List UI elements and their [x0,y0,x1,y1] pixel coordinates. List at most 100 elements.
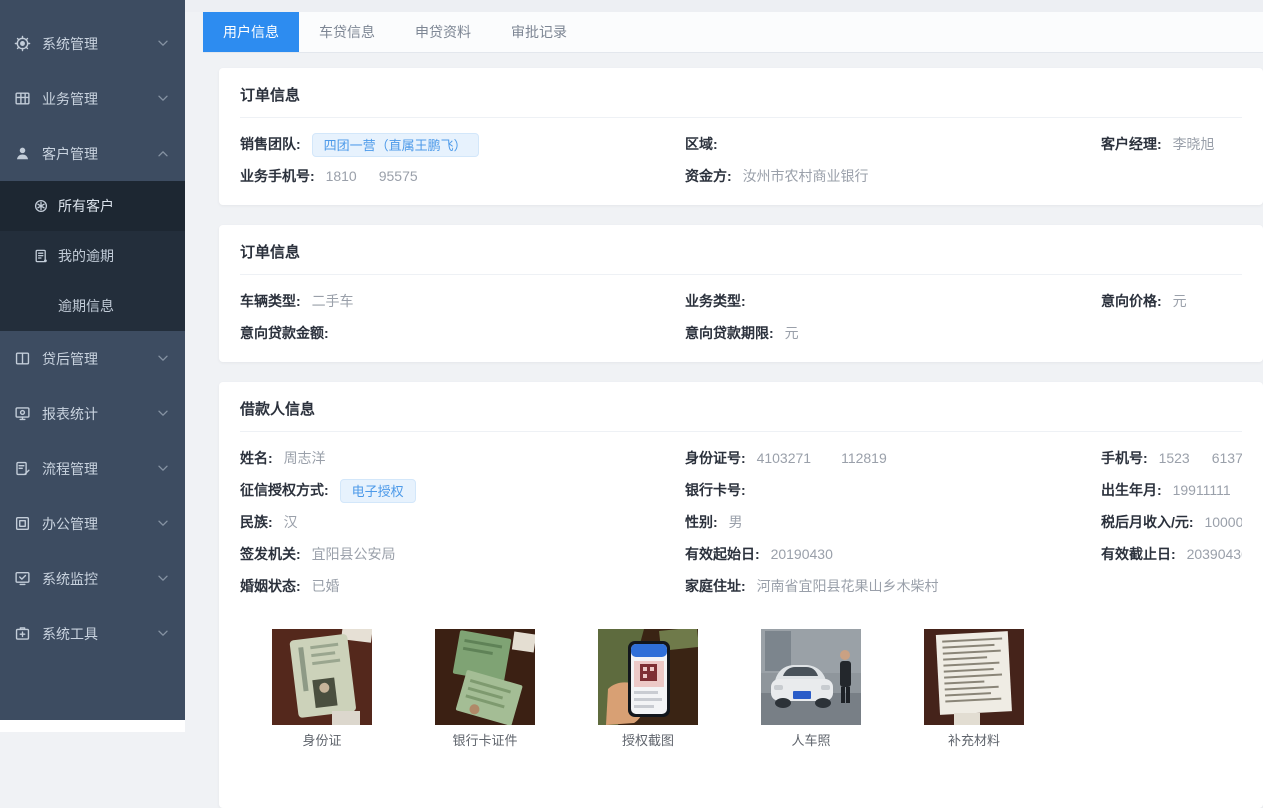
top-strip [185,0,1263,12]
field-value: 15236137 [1159,450,1242,466]
grid-icon [14,90,31,107]
field-rows: 车辆类型: 二手车 业务类型: 意向价格: 元 意向贷款金额: [240,275,1242,362]
sidebar-item-system-monitor[interactable]: 系统监控 [0,551,185,606]
sidebar-item-report-stats[interactable]: 报表统计 [0,386,185,441]
sidebar-item-label: 系统工具 [42,624,98,644]
person-car-photo[interactable] [761,629,861,725]
sidebar-item-office-mgmt[interactable]: 办公管理 [0,496,185,551]
photo-caption: 人车照 [761,734,861,748]
field-birth-date: 出生年月: 19911111 [1101,474,1242,506]
field-marital-status: 婚姻状态: 已婚 [240,570,685,602]
field-label: 性别: [685,514,718,530]
sidebar-item-customer-mgmt[interactable]: 客户管理 [0,126,185,181]
chevron-down-icon [158,410,168,417]
field-label: 客户经理: [1101,136,1162,152]
field-label: 出生年月: [1101,482,1162,498]
order-info-card-2: 订单信息 车辆类型: 二手车 业务类型: 意向价格: 元 [219,225,1263,362]
field-valid-from: 有效起始日: 20190430 [685,538,1101,570]
sidebar-item-label: 客户管理 [42,144,98,164]
field-label: 区域: [685,136,718,152]
borrower-info-card: 借款人信息 姓名: 周志洋 身份证号: 4103271112819 手机号: 1… [219,382,1263,808]
document-photo[interactable] [924,629,1024,725]
field-issuing-authority: 签发机关: 宜阳县公安局 [240,538,685,570]
sidebar-item-system-tools[interactable]: 系统工具 [0,606,185,661]
field-account-manager: 客户经理: 李晓旭 [1101,128,1242,160]
tab-car-loan-info[interactable]: 车贷信息 [299,12,395,52]
field-business-type: 业务类型: [685,285,1101,317]
chevron-up-icon [158,150,168,157]
photo-caption: 银行卡证件 [435,734,535,748]
field-value: 李晓旭 [1173,136,1215,152]
field-label: 意向贷款金额: [240,325,329,341]
tab-loan-application-docs[interactable]: 申贷资料 [395,12,491,52]
gear-icon [14,35,31,52]
field-value: 男 [729,514,743,530]
card-title: 订单信息 [240,68,1242,118]
photo-item: 补充材料 [924,629,1024,748]
photo-item: 授权截图 [598,629,698,748]
sidebar-item-label: 贷后管理 [42,349,98,369]
field-ethnicity: 民族: 汉 [240,506,685,538]
sidebar-item-label: 业务管理 [42,89,98,109]
square-icon [14,515,31,532]
photo-caption: 授权截图 [598,734,698,748]
content-area: 用户信息 车贷信息 申贷资料 审批记录 订单信息 销售团队: 四团一营（直属王鹏… [185,0,1263,732]
field-intended-price: 意向价格: 元 [1101,285,1242,317]
field-value: 181095575 [326,168,418,184]
field-valid-until: 有效截止日: 20390430 [1101,538,1242,570]
main-panel: 订单信息 销售团队: 四团一营（直属王鹏飞） 区域: 客户经理: 李晓旭 [203,53,1263,732]
field-label: 征信授权方式: [240,482,329,498]
chevron-down-icon [158,95,168,102]
sidebar-item-label: 系统监控 [42,569,98,589]
sidebar-item-postloan-mgmt[interactable]: 贷后管理 [0,331,185,386]
sidebar: 系统管理 业务管理 客户管理 所有客户 我的逾期 [0,0,185,720]
field-value: 宜阳县公安局 [312,546,396,562]
card-title: 借款人信息 [240,382,1242,432]
field-vehicle-type: 车辆类型: 二手车 [240,285,685,317]
field-value: 周志洋 [284,450,326,466]
field-label: 意向贷款期限: [685,325,774,341]
phone-qr-photo[interactable] [598,629,698,725]
clipboard-icon [14,460,31,477]
sidebar-item-business-mgmt[interactable]: 业务管理 [0,71,185,126]
electronic-auth-tag[interactable]: 电子授权 [340,479,416,503]
field-value: 汝州市农村商业银行 [743,168,869,184]
sidebar-item-overdue-info[interactable]: 逾期信息 [0,281,185,331]
badge-icon [33,198,49,214]
tab-user-info[interactable]: 用户信息 [203,12,299,52]
field-value: 10000 [1204,514,1242,530]
field-value: 汉 [284,514,298,530]
sidebar-item-my-overdue[interactable]: 我的逾期 [0,231,185,281]
green-booklet-photo[interactable] [435,629,535,725]
field-label: 家庭住址: [685,578,746,594]
field-label: 业务手机号: [240,168,315,184]
field-value: 19911111 [1173,482,1231,498]
tab-approval-records[interactable]: 审批记录 [491,12,587,52]
field-value: 二手车 [312,293,354,309]
field-label: 资金方: [685,168,732,184]
field-id-number: 身份证号: 4103271112819 [685,442,1101,474]
monitor-icon [14,405,31,422]
user-icon [14,145,31,162]
toolbox-icon [14,625,31,642]
field-empty [1101,160,1242,192]
sidebar-item-all-customers[interactable]: 所有客户 [0,181,185,231]
sidebar-item-label: 所有客户 [58,196,114,216]
book-icon [14,350,31,367]
photo-item: 身份证 [272,629,372,748]
customer-mgmt-submenu: 所有客户 我的逾期 逾期信息 [0,181,185,331]
id-card-photo[interactable] [272,629,372,725]
sales-team-tag[interactable]: 四团一营（直属王鹏飞） [312,133,479,157]
field-value: 已婚 [312,578,340,594]
field-funder: 资金方: 汝州市农村商业银行 [685,160,1101,192]
tab-bar: 用户信息 车贷信息 申贷资料 审批记录 [203,12,1263,53]
field-name: 姓名: 周志洋 [240,442,685,474]
sidebar-item-process-mgmt[interactable]: 流程管理 [0,441,185,496]
field-bank-card: 银行卡号: [685,474,1101,506]
card-title: 订单信息 [240,225,1242,275]
field-label: 有效截止日: [1101,546,1176,562]
chevron-down-icon [158,355,168,362]
sidebar-item-system-mgmt[interactable]: 系统管理 [0,16,185,71]
field-value: 20390430 [1187,546,1242,562]
field-mobile: 手机号: 15236137 [1101,442,1242,474]
